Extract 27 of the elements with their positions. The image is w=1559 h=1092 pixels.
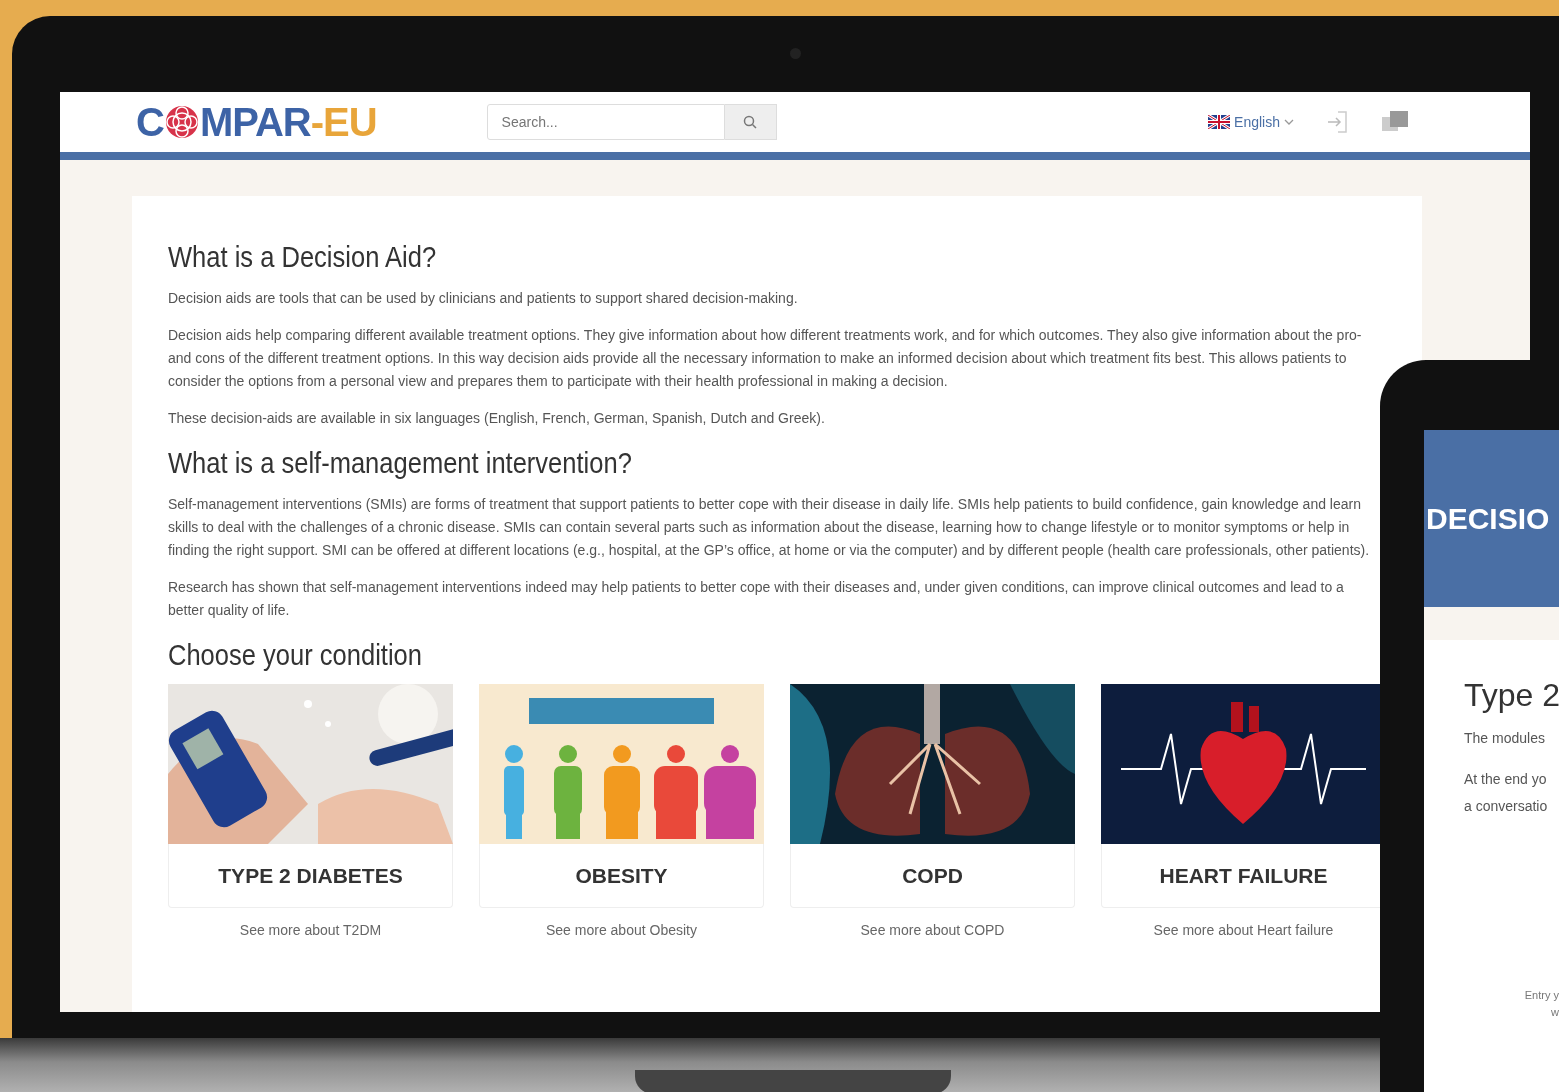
condition-name: COPD: [790, 844, 1075, 909]
section-heading: Choose your condition: [168, 637, 423, 673]
logo[interactable]: C MPAR-EU: [136, 102, 377, 142]
caret-icon: [1284, 118, 1294, 126]
section-heading: What is a Decision Aid?: [168, 240, 438, 275]
search-field[interactable]: Search...: [486, 104, 725, 140]
paragraph: Decision aids help comparing different available treatment options. They give information about how different treatments work, and for which outcomes. They also give information about the pro- and cons of the different treatment options. In this way decision aids provide all the necessary information to make an informed decision about which treatment fits best. This allows patients to consider the options from a personal view and prepares them to participate with their health professional in making a decision.: [168, 325, 1363, 391]
paragraph-line: The modules: [1464, 729, 1546, 749]
footer-text: Entry y w: [1523, 988, 1559, 1020]
flag-icon: [1208, 115, 1231, 129]
paragraph: Decision aids are tools that can be used by clinicians and patients to support shared decision-making.: [168, 288, 799, 308]
see-more-link[interactable]: See more about Heart failure: [1153, 920, 1334, 942]
condition-name: TYPE 2 DIABETES: [168, 844, 453, 909]
paragraph: Research has shown that self-management interventions indeed may help patients to better cope with their diseases and, under given conditions, can improve clinical outcomes and lead to a better quality of life.: [168, 577, 1345, 620]
section-heading: What is a self-management intervention?: [168, 445, 633, 481]
see-more-link[interactable]: See more about T2DM: [239, 920, 382, 942]
see-more-link[interactable]: See more about Obesity: [546, 920, 697, 942]
paragraph-line: At the end yo: [1464, 770, 1548, 790]
page-title: Type 2: [1464, 676, 1559, 715]
search-icon[interactable]: [743, 115, 758, 129]
see-more-link[interactable]: See more about COPD: [860, 920, 1005, 942]
paragraph: Self-management interventions (SMIs) are forms of treatment that support patients to better cope with their disease in daily life. SMIs help patients to build confidence, gain knowledge and learn skills to deal with the challenges of a chronic disease. SMIs can contain several parts such as information about the disease, learning how to change lifestyle or to monitor symptoms or help in finding the right support. SMI can be offered at different locations (e.g., hospital, at the GP’s office, at home or via the computer) and by different people (health care professionals, other patients).: [168, 494, 1371, 560]
paragraph: These decision-aids are available in six languages (English, French, German, Spanish, Dutch and Greek).: [168, 408, 826, 428]
language-selector[interactable]: English: [1208, 111, 1294, 133]
condition-name: OBESITY: [479, 844, 764, 909]
banner-title: DECISIO: [1425, 501, 1550, 537]
paragraph-line: a conversatio: [1464, 797, 1549, 817]
